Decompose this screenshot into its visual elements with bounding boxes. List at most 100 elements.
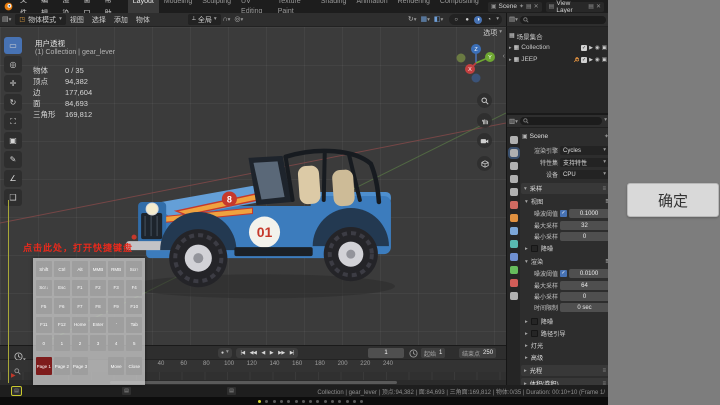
- close-icon[interactable]: ✕: [534, 3, 539, 10]
- close-icon[interactable]: ✕: [596, 3, 601, 10]
- lights-row[interactable]: ▸灯光: [525, 340, 608, 351]
- key-F10[interactable]: F10: [126, 298, 142, 314]
- properties-search-input[interactable]: [520, 117, 602, 125]
- page-dot-11[interactable]: [331, 400, 334, 403]
- key-Page 3[interactable]: Page 3: [72, 357, 88, 375]
- pin-icon[interactable]: ✦: [604, 133, 608, 140]
- shortcut-keyboard-hint[interactable]: 点击此处，打开快捷键盘: [23, 241, 133, 254]
- viewport-noise-threshold-field[interactable]: 0.1000: [569, 209, 608, 218]
- key-F1[interactable]: F1: [72, 280, 88, 296]
- key-F7[interactable]: F7: [72, 298, 88, 314]
- select-box-tool[interactable]: ▭: [4, 37, 22, 54]
- key-Alt[interactable]: Alt: [72, 261, 88, 277]
- new-layer-icon[interactable]: ▤: [588, 3, 594, 10]
- key-1[interactable]: 1: [54, 335, 70, 351]
- auto-keying-clock-icon[interactable]: [409, 349, 418, 358]
- scene-selector[interactable]: ▣ Scene ✦ ▤ ✕: [488, 2, 542, 12]
- next-keyframe-button[interactable]: ▶▶: [276, 350, 288, 356]
- render-max-samples-field[interactable]: 64: [560, 281, 608, 290]
- key-Move[interactable]: Move: [108, 357, 124, 375]
- statusbar-page-icon-3[interactable]: ▤: [227, 387, 236, 395]
- properties-tab-view-layer[interactable]: [510, 175, 518, 183]
- device-dropdown[interactable]: CPU▾: [560, 170, 608, 179]
- gizmos-toggle-icon[interactable]: ↻▾: [408, 15, 417, 24]
- prev-keyframe-button[interactable]: ◀◀: [247, 350, 259, 356]
- render-noise-threshold-field[interactable]: 0.0100: [569, 269, 608, 278]
- page-dot-6[interactable]: [295, 400, 298, 403]
- timeline-scrollbar[interactable]: [110, 381, 397, 384]
- properties-tab-object[interactable]: [510, 214, 518, 222]
- frame-start-field[interactable]: 起始1: [421, 348, 445, 358]
- viewport-denoise-row[interactable]: ▸降噪: [525, 243, 608, 254]
- render-denoise-row[interactable]: ▸降噪: [525, 316, 608, 327]
- viewport-sampling-subsection[interactable]: ▾视图≡: [525, 196, 608, 207]
- properties-tab-output[interactable]: [510, 162, 518, 170]
- sampling-section[interactable]: ▾采样≡: [521, 183, 608, 194]
- new-scene-icon[interactable]: ▤: [526, 3, 532, 10]
- noise-threshold-checkbox[interactable]: ✓: [560, 210, 567, 217]
- properties-tab-scene[interactable]: [510, 188, 518, 196]
- properties-tab-particles[interactable]: [510, 240, 518, 248]
- key-F5[interactable]: F5: [36, 298, 52, 314]
- editor-type-icon[interactable]: ▤▾: [2, 15, 11, 24]
- key-MMB[interactable]: MMB: [90, 261, 106, 277]
- render-engine-dropdown[interactable]: Cycles▾: [560, 146, 608, 155]
- key-Scr↓[interactable]: Scr↓: [36, 280, 52, 296]
- properties-tab-data[interactable]: [510, 266, 518, 274]
- time-limit-field[interactable]: 0 sec: [560, 303, 608, 312]
- move-tool[interactable]: ✛: [4, 75, 22, 92]
- key-Page 2[interactable]: Page 2: [54, 357, 70, 375]
- confirm-button[interactable]: 确定: [627, 183, 719, 217]
- mode-dropdown[interactable]: ◳ 物体模式 ▾: [15, 14, 65, 25]
- frame-end-field[interactable]: 结束点250: [459, 348, 496, 358]
- page-dot-10[interactable]: [324, 400, 327, 403]
- render-min-samples-field[interactable]: 0: [560, 292, 608, 301]
- playback-sync-dropdown[interactable]: ●▾: [218, 348, 232, 358]
- outliner-display-mode-icon[interactable]: ▤▾: [509, 15, 518, 24]
- key-Ctrl[interactable]: Ctrl: [54, 261, 70, 277]
- filter-dropdown-icon[interactable]: ▾: [604, 118, 607, 124]
- properties-tab-material[interactable]: [510, 279, 518, 287]
- properties-tab-physics[interactable]: [510, 253, 518, 261]
- properties-editor-icon[interactable]: ▥▾: [509, 117, 518, 126]
- properties-tab-world[interactable]: [510, 201, 518, 209]
- viewport-max-samples-field[interactable]: 32: [560, 221, 608, 230]
- overlays-toggle-icon[interactable]: ▦▾: [420, 15, 429, 24]
- orientation-dropdown[interactable]: ⟂ 全局 ▾: [188, 14, 221, 25]
- key-0[interactable]: 0: [36, 335, 52, 351]
- key-F11[interactable]: F11: [36, 317, 52, 333]
- key-F6[interactable]: F6: [54, 298, 70, 314]
- key-F8[interactable]: F8: [90, 298, 106, 314]
- key-Tab[interactable]: Tab: [126, 317, 142, 333]
- viewport-menu-物体[interactable]: 物体: [132, 15, 154, 25]
- viewport-menu-视图[interactable]: 视图: [66, 15, 88, 25]
- solid-shading-icon[interactable]: ●: [463, 16, 471, 24]
- transform-tool[interactable]: ▣: [4, 132, 22, 149]
- key-Home[interactable]: Home: [72, 317, 88, 333]
- key-F9[interactable]: F9: [108, 298, 124, 314]
- rendered-shading-icon[interactable]: ◔: [485, 16, 493, 24]
- play-button[interactable]: ▶: [267, 350, 275, 356]
- xray-toggle-icon[interactable]: ◧▾: [434, 15, 443, 24]
- rotate-tool[interactable]: ↻: [4, 94, 22, 111]
- page-dot-13[interactable]: [346, 400, 349, 403]
- perspective-toggle-icon[interactable]: [477, 156, 492, 171]
- path-guiding-row[interactable]: ▸路径引导: [525, 328, 608, 339]
- key-Enter[interactable]: Enter: [90, 317, 106, 333]
- outliner-scene-collection[interactable]: ▦场景集合: [507, 30, 608, 41]
- add-cube-tool[interactable]: ❑: [4, 189, 22, 206]
- key-Close[interactable]: Close: [126, 357, 142, 375]
- feature-set-dropdown[interactable]: 支持特性▾: [560, 158, 608, 167]
- key-F4[interactable]: F4: [126, 280, 142, 296]
- timeline-playhead[interactable]: [8, 200, 9, 383]
- navigation-gizmo[interactable]: Z Y X: [454, 41, 498, 85]
- key-F2[interactable]: F2: [90, 280, 106, 296]
- page-dot-15[interactable]: [360, 400, 363, 403]
- collapse-region-icon[interactable]: ‹: [503, 53, 505, 60]
- outliner-item-jeep[interactable]: ▸▦JEEP✓▶◉▣: [507, 54, 608, 65]
- page-dot-8[interactable]: [309, 400, 312, 403]
- key-Esc[interactable]: Esc: [54, 280, 70, 296]
- outliner-item-collection[interactable]: ▸▦Collection✓▶◉▣: [507, 42, 608, 53]
- page-dot-9[interactable]: [316, 400, 319, 403]
- wireframe-shading-icon[interactable]: ○: [452, 16, 460, 24]
